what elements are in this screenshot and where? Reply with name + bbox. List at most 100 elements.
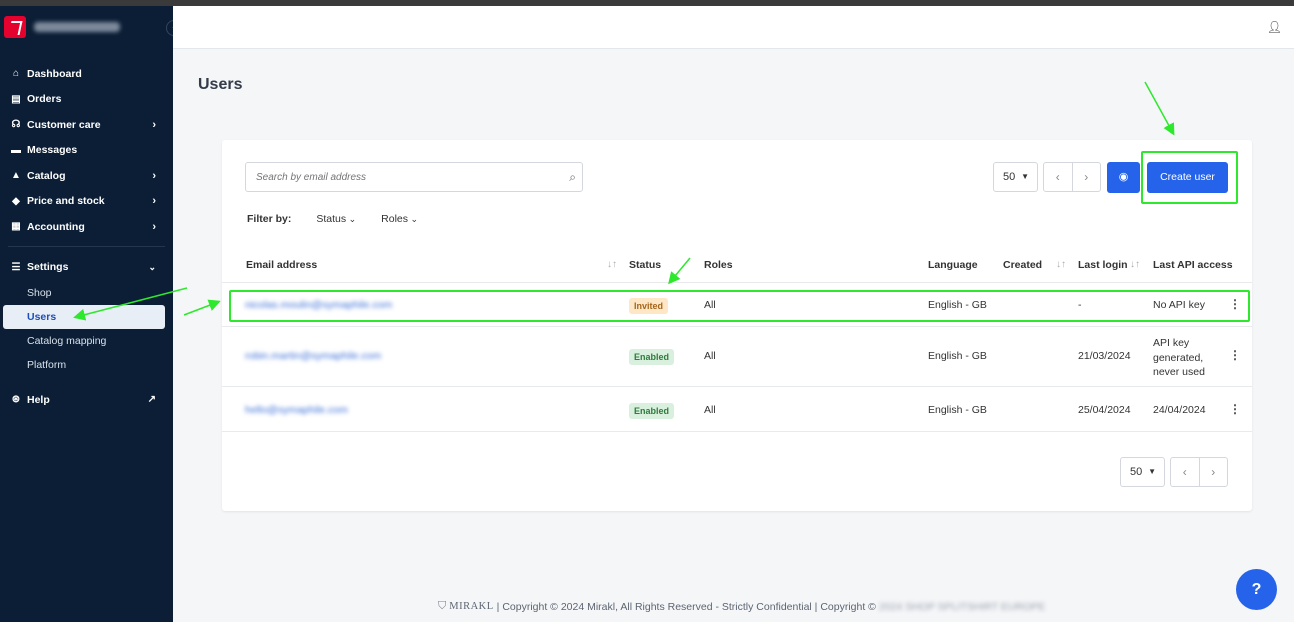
prev-page-button[interactable]: ‹ [1171, 458, 1200, 486]
sidebar-item-label: Customer care [27, 118, 101, 131]
bottom-pagination: ‹ › [1170, 457, 1228, 487]
sidebar-item-messages[interactable]: ▬ Messages [0, 138, 173, 164]
catalog-icon: ▲ [11, 170, 21, 182]
sidebar-item-settings[interactable]: ☰ Settings ⌄ [0, 255, 173, 281]
sidebar-item-customer-care[interactable]: ☊ Customer care › [0, 112, 173, 138]
document-icon: ▦ [11, 221, 21, 233]
user-email[interactable]: hello@symaphile.com [245, 404, 348, 416]
chevron-right-icon: › [152, 195, 156, 208]
header-status: Status [629, 259, 662, 271]
header-last-login: Last login [1078, 259, 1128, 271]
sidebar-item-price-and-stock[interactable]: ◆ Price and stock › [0, 189, 173, 215]
footer-brand: MIRAKL [449, 601, 494, 612]
search-box[interactable]: ⌕ [245, 162, 583, 192]
next-page-button[interactable]: › [1073, 163, 1101, 191]
tag-icon: ◆ [12, 195, 20, 207]
sidebar-item-label: Orders [27, 93, 62, 106]
sidebar-subitem-shop[interactable]: Shop [0, 281, 173, 305]
filter-label: Filter by: [247, 213, 292, 225]
user-last-login: 25/04/2024 [1078, 404, 1131, 416]
status-filter-dropdown[interactable]: Status [316, 213, 356, 225]
arrow-to-invited-row [183, 299, 221, 316]
chevron-right-icon: › [152, 118, 156, 131]
per-page-select[interactable]: 50 ▼ [993, 162, 1038, 192]
clipboard-icon: ▤ [11, 93, 21, 105]
per-page-value: 50 [1130, 466, 1143, 478]
sort-icon[interactable]: ↓↑ [1056, 259, 1066, 270]
sidebar-item-help[interactable]: ⊛ Help ↗ [0, 387, 173, 413]
header-last-api: Last API access [1153, 259, 1233, 271]
header-roles: Roles [704, 259, 733, 271]
sidebar-subitem-platform[interactable]: Platform [0, 353, 173, 377]
chevron-right-icon: › [152, 169, 156, 182]
prev-page-button[interactable]: ‹ [1044, 163, 1073, 191]
chevron-right-icon: › [152, 220, 156, 233]
table-row[interactable]: hello@symaphile.com Enabled All English … [222, 387, 1252, 432]
search-icon[interactable]: ⌕ [569, 170, 576, 185]
user-roles: All [704, 404, 716, 416]
brand[interactable] [0, 6, 173, 48]
sidebar-item-label: Catalog [27, 169, 66, 182]
headset-icon: ☊ [11, 119, 21, 131]
question-icon: ? [1251, 581, 1262, 598]
user-language: English - GB [928, 404, 987, 416]
sidebar-item-label: Settings [27, 261, 69, 274]
user-language: English - GB [928, 350, 987, 362]
per-page-value: 50 [1003, 171, 1016, 183]
footer-copyright: | Copyright © 2024 Mirakl, All Rights Re… [496, 600, 876, 613]
gear-icon: ◉ [1118, 171, 1129, 183]
external-link-icon: ↗ [147, 394, 156, 406]
next-page-button[interactable]: › [1200, 458, 1228, 486]
status-badge: Enabled [629, 349, 675, 365]
sidebar-item-orders[interactable]: ▤ Orders [0, 87, 173, 113]
message-icon: ▬ [11, 144, 21, 156]
sidebar-item-dashboard[interactable]: ⌂ Dashboard [0, 61, 173, 87]
sort-icon[interactable]: ↓↑ [1130, 259, 1140, 270]
page-title: Users [198, 76, 243, 93]
user-email[interactable]: robin.martin@symaphile.com [245, 350, 381, 362]
status-badge: Enabled [629, 403, 675, 419]
sidebar-item-accounting[interactable]: ▦ Accounting › [0, 214, 173, 240]
sidebar-divider [8, 245, 165, 247]
roles-filter-dropdown[interactable]: Roles [381, 213, 418, 225]
user-last-api: API key generated, never used [1153, 337, 1205, 378]
mirakl-logo-icon: ⛉ [438, 600, 447, 612]
filter-row: Filter by: Status Roles [247, 213, 418, 225]
caret-down-icon: ▼ [1148, 467, 1156, 476]
sidebar-subitem-users[interactable]: Users [3, 305, 165, 329]
row-actions-icon[interactable]: ⋮ [1229, 402, 1241, 416]
brand-name [34, 22, 120, 32]
column-settings-button[interactable]: ◉ [1107, 162, 1140, 193]
header-created: Created [1003, 259, 1043, 271]
sidebar-item-label: Accounting [27, 220, 85, 233]
table-row[interactable]: robin.martin@symaphile.com Enabled All E… [222, 327, 1252, 387]
user-last-api: 24/04/2024 [1153, 404, 1206, 416]
pagination: ‹ › [1043, 162, 1101, 192]
user-roles: All [704, 350, 716, 362]
caret-down-icon: ▼ [1021, 172, 1029, 181]
help-chat-button[interactable]: ? [1236, 569, 1277, 610]
top-header: 👤︎ [173, 6, 1294, 49]
sidebar-item-label: Price and stock [27, 195, 105, 208]
footer-owner: 2024 SHOP SPLITSHIRT EUROPE [878, 600, 1046, 613]
footer: ⛉ MIRAKL | Copyright © 2024 Mirakl, All … [438, 600, 1045, 613]
header-language: Language [928, 259, 978, 271]
bottom-per-page-select[interactable]: 50 ▼ [1120, 457, 1165, 487]
brand-logo [4, 16, 26, 38]
life-ring-icon: ⊛ [11, 394, 21, 406]
sidebar-item-label: Help [27, 393, 50, 406]
user-icon[interactable]: 👤︎ [1267, 20, 1282, 34]
sidebar-item-label: Dashboard [27, 67, 82, 80]
annotation-highlight-create [1141, 151, 1238, 204]
arrow-to-create-user [1144, 81, 1175, 136]
annotation-highlight-row [229, 290, 1250, 322]
table-header: Email address ↓↑ Status Roles Language C… [222, 250, 1252, 283]
user-last-login: 21/03/2024 [1078, 350, 1131, 362]
sort-icon[interactable]: ↓↑ [607, 259, 617, 270]
header-email: Email address [246, 259, 318, 271]
home-icon: ⌂ [12, 68, 20, 80]
sidebar-subitem-catalog-mapping[interactable]: Catalog mapping [0, 329, 173, 353]
search-input[interactable] [246, 163, 546, 191]
row-actions-icon[interactable]: ⋮ [1229, 348, 1241, 362]
sidebar-item-catalog[interactable]: ▲ Catalog › [0, 163, 173, 189]
